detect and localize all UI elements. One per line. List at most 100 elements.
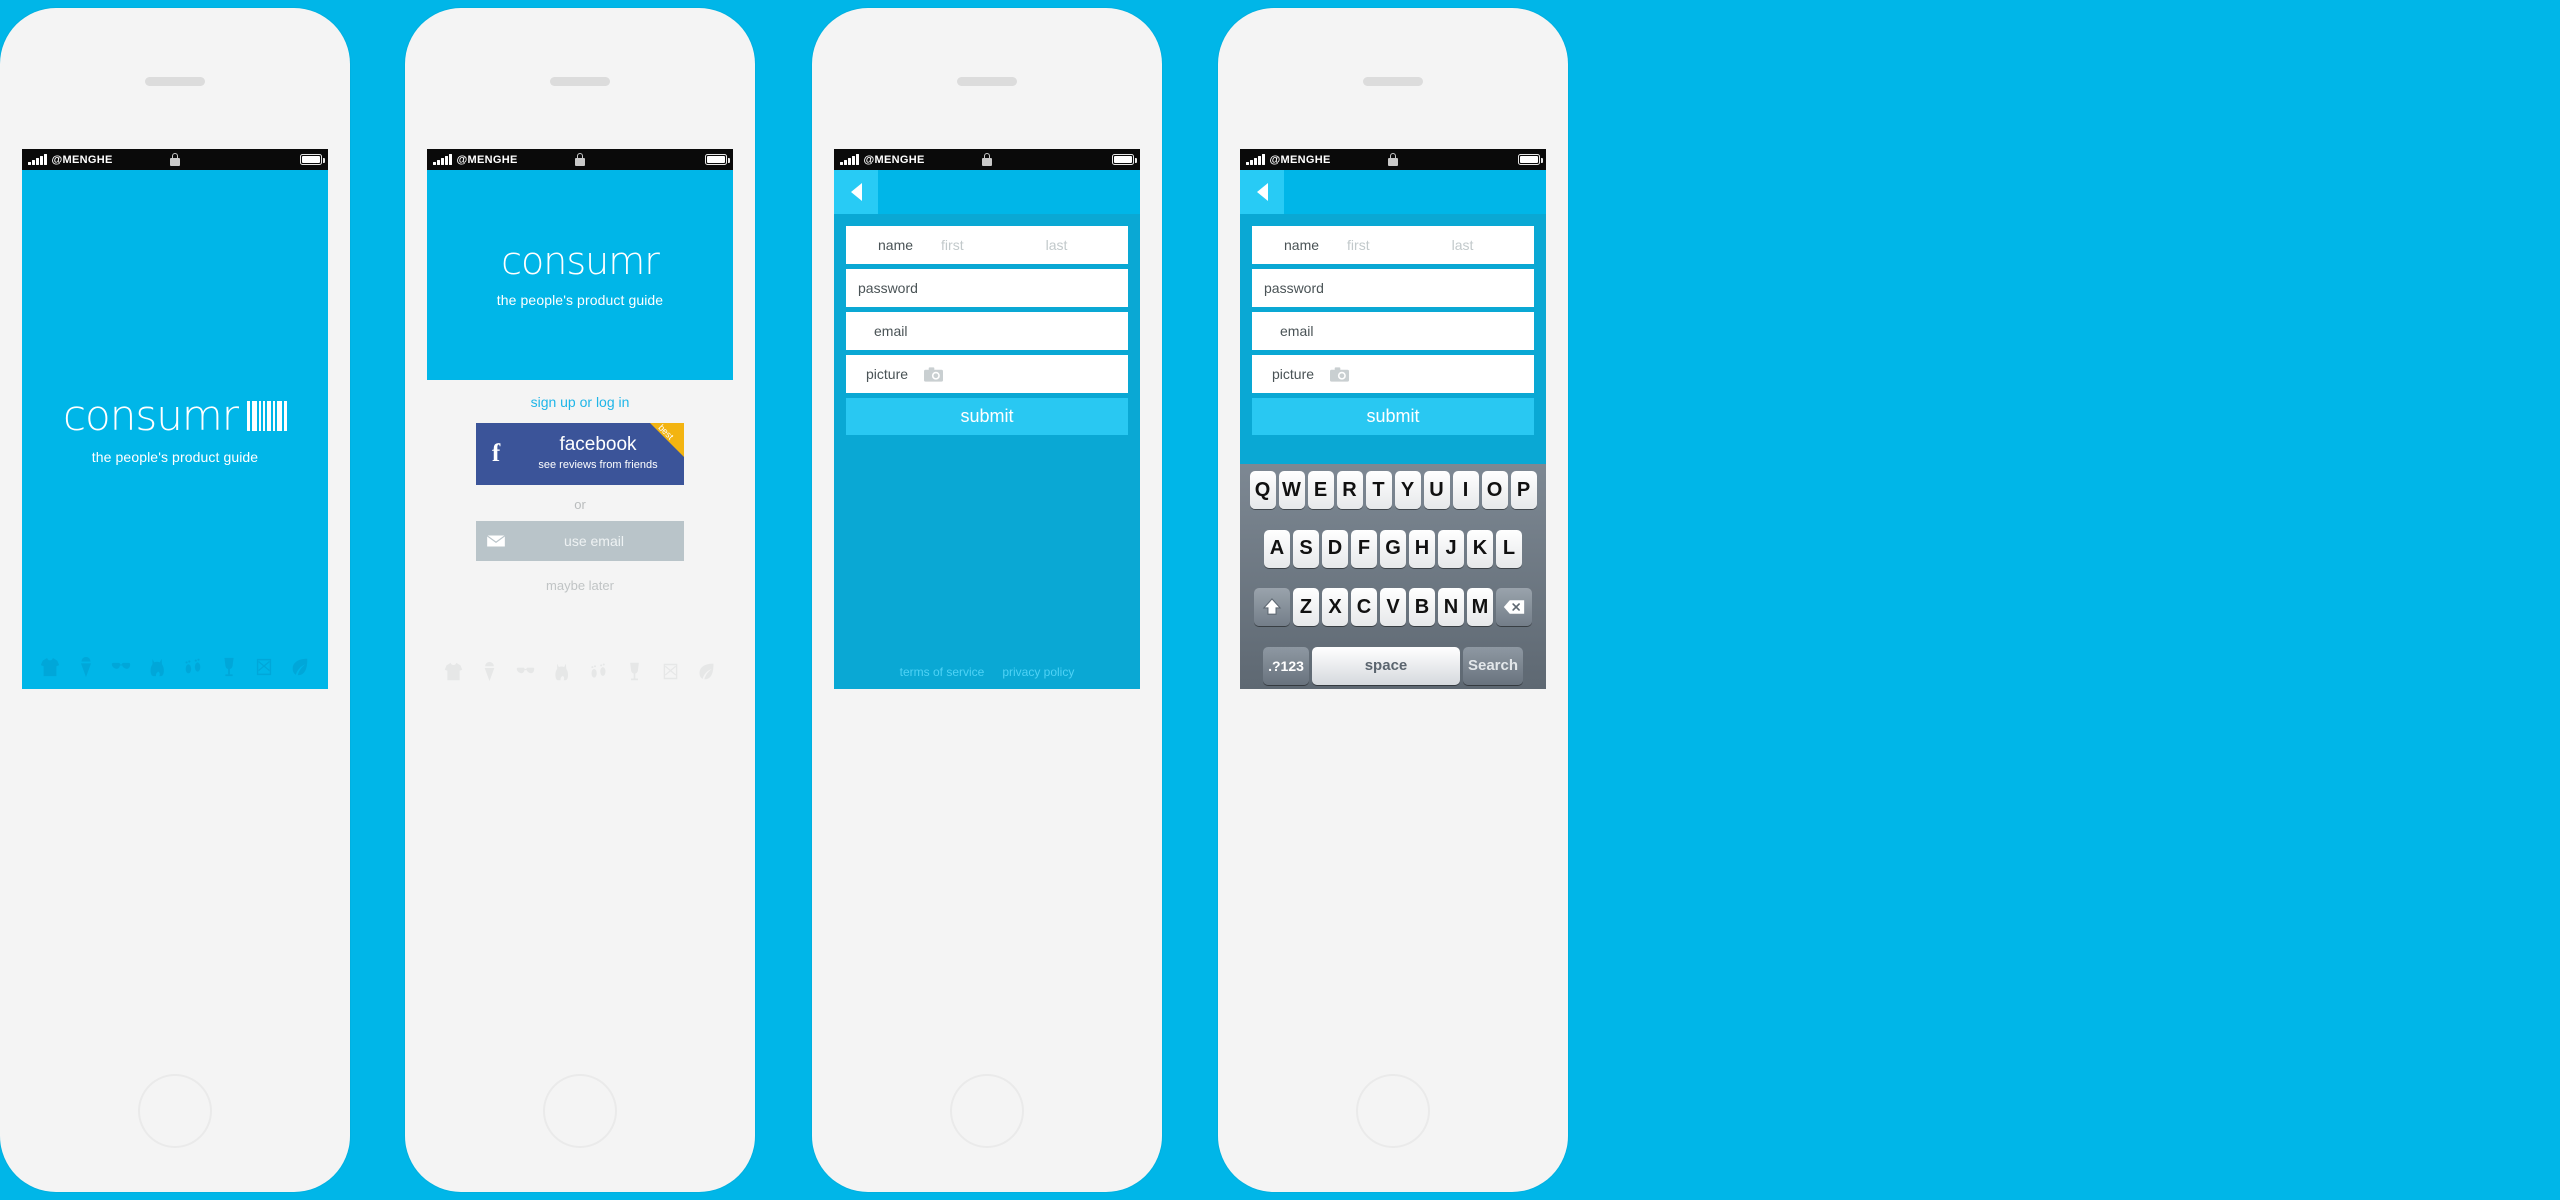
key-z[interactable]: Z (1293, 588, 1319, 627)
barrel-icon (660, 660, 681, 683)
key-m[interactable]: M (1467, 588, 1493, 627)
key-q[interactable]: Q (1249, 471, 1276, 509)
signup-form: name first last password email picture s… (834, 214, 1140, 689)
email-field[interactable]: email (846, 312, 1128, 350)
camera-icon[interactable] (1330, 366, 1350, 382)
status-bar-left: @MENGHE (1240, 153, 1331, 166)
space-key[interactable]: space (1312, 646, 1460, 685)
or-separator: or (574, 497, 586, 512)
camera-icon[interactable] (924, 366, 944, 382)
key-d[interactable]: D (1322, 529, 1348, 568)
signal-bars-icon (1246, 153, 1265, 165)
status-bar-left: @MENGHE (834, 153, 925, 166)
picture-field[interactable]: picture (1252, 355, 1534, 393)
picture-field[interactable]: picture (846, 355, 1128, 393)
key-j[interactable]: J (1438, 529, 1464, 568)
email-label: email (1280, 323, 1314, 339)
key-r[interactable]: R (1336, 471, 1363, 509)
key-x[interactable]: X (1322, 588, 1348, 627)
wine-glass-icon (218, 655, 240, 679)
key-u[interactable]: U (1423, 471, 1450, 509)
first-name-input[interactable]: first (941, 237, 964, 253)
on-screen-keyboard: Q W E R T Y U I O P A S D F G H J K L Z … (1240, 464, 1546, 689)
leaf-icon (289, 655, 311, 679)
signal-bars-icon (28, 153, 47, 165)
key-v[interactable]: V (1380, 588, 1406, 627)
carrier-label: @MENGHE (1269, 153, 1331, 166)
last-name-input[interactable]: last (1046, 237, 1068, 253)
battery-icon (1112, 154, 1137, 165)
envelope-icon (476, 534, 516, 548)
brand-block: consumr the people's product guide (427, 242, 733, 308)
key-f[interactable]: F (1351, 529, 1377, 568)
status-bar: @MENGHE (1240, 149, 1546, 170)
status-bar: @MENGHE (834, 149, 1140, 170)
key-g[interactable]: G (1380, 529, 1406, 568)
key-a[interactable]: A (1264, 529, 1290, 568)
navigation-bar (834, 170, 1140, 214)
status-bar-left: @MENGHE (427, 153, 518, 166)
use-email-button[interactable]: use email (476, 521, 684, 561)
email-field[interactable]: email (1252, 312, 1534, 350)
back-arrow-icon[interactable] (1240, 170, 1284, 214)
facebook-title: facebook (559, 434, 637, 455)
shift-icon[interactable] (1254, 588, 1290, 627)
numeric-key[interactable]: .?123 (1263, 646, 1309, 685)
home-button[interactable] (1358, 1076, 1428, 1146)
key-n[interactable]: N (1438, 588, 1464, 627)
search-key[interactable]: Search (1463, 646, 1523, 685)
signup-or-login-link[interactable]: sign up or log in (531, 394, 630, 410)
name-field[interactable]: name first last (1252, 226, 1534, 264)
carrier-label: @MENGHE (51, 153, 113, 166)
status-bar-center (170, 153, 180, 166)
home-button[interactable] (140, 1076, 210, 1146)
barcode-icon (247, 400, 288, 431)
maybe-later-link[interactable]: maybe later (546, 578, 614, 593)
home-button[interactable] (545, 1076, 615, 1146)
name-field[interactable]: name first last (846, 226, 1128, 264)
earpiece-speaker (550, 77, 610, 86)
footprints-icon (588, 660, 609, 683)
phone-splash: @MENGHE consumr the people's product gui… (0, 8, 350, 1192)
keyboard-row-3: Z X C V B N M (1242, 588, 1544, 627)
key-w[interactable]: W (1278, 471, 1305, 509)
backspace-icon[interactable] (1496, 588, 1532, 627)
key-t[interactable]: T (1365, 471, 1392, 509)
back-arrow-icon[interactable] (834, 170, 878, 214)
signal-bars-icon (433, 153, 452, 165)
carrier-label: @MENGHE (863, 153, 925, 166)
cat-icon (551, 660, 572, 683)
status-bar: @MENGHE (22, 149, 328, 170)
key-s[interactable]: S (1293, 529, 1319, 568)
home-button[interactable] (952, 1076, 1022, 1146)
screens-showcase: @MENGHE consumr the people's product gui… (0, 0, 2560, 1200)
name-label: name (1284, 237, 1320, 253)
lock-icon (982, 153, 992, 166)
key-y[interactable]: Y (1394, 471, 1421, 509)
key-e[interactable]: E (1307, 471, 1334, 509)
key-b[interactable]: B (1409, 588, 1435, 627)
key-l[interactable]: L (1496, 529, 1522, 568)
password-field[interactable]: password (846, 269, 1128, 307)
earpiece-speaker (957, 77, 1017, 86)
status-bar-right (1518, 154, 1546, 165)
privacy-policy-link[interactable]: privacy policy (1002, 665, 1074, 679)
signup-keyboard-screen: @MENGHE name first last password email p… (1240, 149, 1546, 689)
facebook-login-button[interactable]: f facebook see reviews from friends best (476, 423, 684, 485)
sunglasses-icon (110, 655, 132, 679)
key-h[interactable]: H (1409, 529, 1435, 568)
wine-glass-icon (624, 660, 645, 683)
submit-button[interactable]: submit (1252, 398, 1534, 435)
cat-icon (146, 655, 168, 679)
terms-of-service-link[interactable]: terms of service (900, 665, 985, 679)
key-k[interactable]: K (1467, 529, 1493, 568)
last-name-input[interactable]: last (1452, 237, 1474, 253)
key-o[interactable]: O (1481, 471, 1508, 509)
password-field[interactable]: password (1252, 269, 1534, 307)
key-c[interactable]: C (1351, 588, 1377, 627)
submit-button[interactable]: submit (846, 398, 1128, 435)
key-i[interactable]: I (1452, 471, 1479, 509)
key-p[interactable]: P (1510, 471, 1537, 509)
picture-label: picture (866, 366, 909, 382)
first-name-input[interactable]: first (1347, 237, 1370, 253)
